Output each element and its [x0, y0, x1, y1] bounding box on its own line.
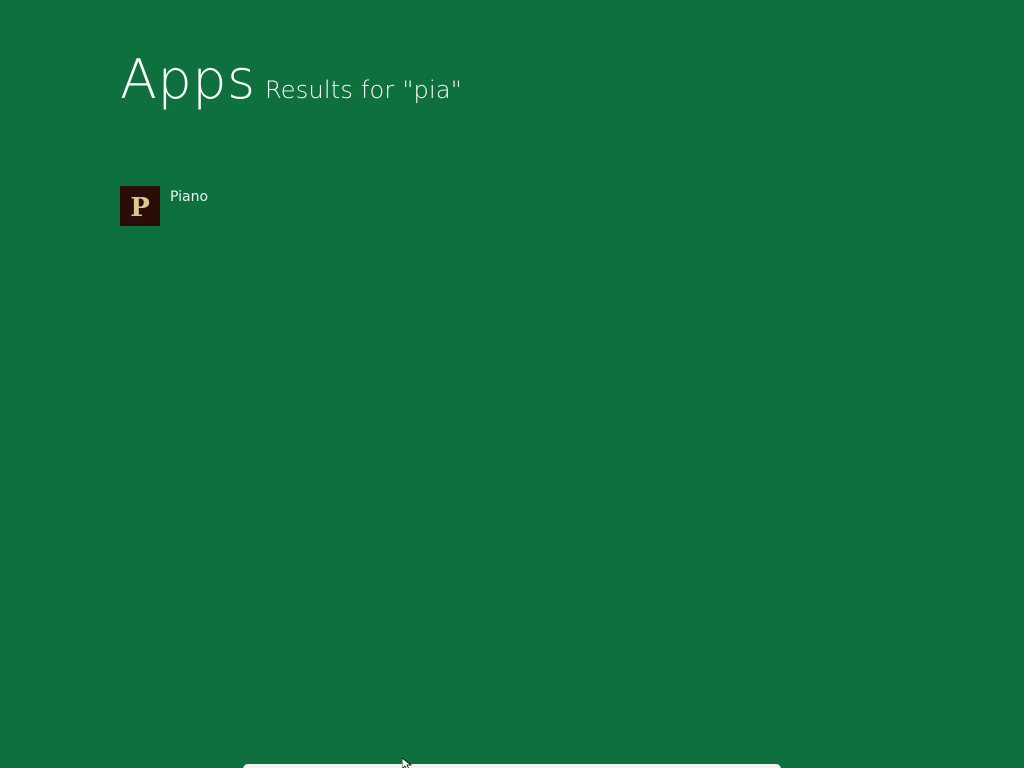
piano-app-icon: P	[120, 186, 160, 226]
page-title: Apps	[120, 48, 256, 111]
result-item-piano[interactable]: P Piano	[120, 186, 520, 226]
mouse-pointer-icon	[402, 758, 413, 768]
bottom-app-bar-edge	[243, 764, 781, 768]
result-item-label: Piano	[170, 189, 209, 205]
search-query-subtitle: Results for "pia"	[265, 76, 463, 104]
result-list: P Piano	[120, 186, 520, 226]
piano-app-icon-letter: P	[130, 193, 150, 223]
piano-app-icon-graphic: P	[120, 186, 160, 226]
